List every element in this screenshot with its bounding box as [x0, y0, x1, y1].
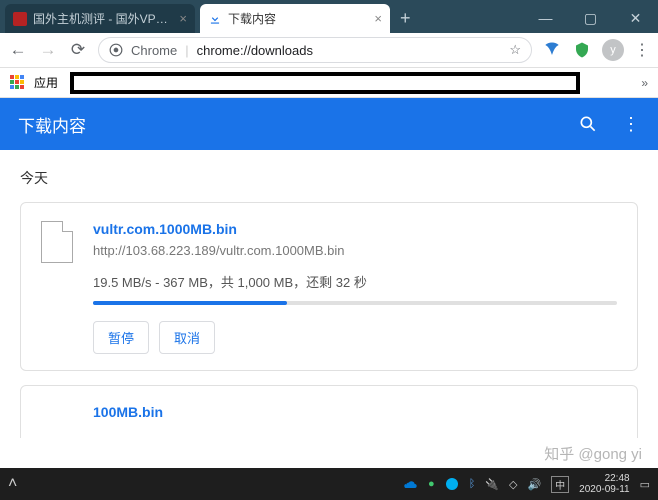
- page-title: 下载内容: [18, 112, 86, 137]
- back-button[interactable]: ←: [8, 40, 28, 60]
- star-icon[interactable]: ☆: [509, 42, 521, 58]
- progress-bar: [93, 301, 287, 305]
- close-icon[interactable]: ×: [179, 11, 187, 26]
- close-icon[interactable]: ×: [374, 11, 382, 26]
- toolbar: ← → ⟳ Chrome | chrome://downloads ☆ y ⋮: [0, 33, 658, 68]
- apps-label[interactable]: 应用: [34, 74, 58, 91]
- downloads-content: 今天 vultr.com.1000MB.bin http://103.68.22…: [0, 150, 658, 438]
- skype-icon[interactable]: [445, 477, 459, 491]
- cancel-button[interactable]: 取消: [159, 321, 215, 354]
- download-item: 100MB.bin: [20, 385, 638, 438]
- download-progress: [93, 301, 617, 305]
- window-controls: — ▢ ✕: [523, 3, 658, 33]
- minimize-button[interactable]: —: [523, 3, 568, 33]
- search-icon[interactable]: [578, 114, 598, 134]
- downloads-header: 下载内容 ⋮: [0, 98, 658, 150]
- close-window-button[interactable]: ✕: [613, 3, 658, 33]
- file-icon: [41, 221, 73, 263]
- section-today: 今天: [20, 168, 638, 188]
- pause-button[interactable]: 暂停: [93, 321, 149, 354]
- download-url: http://103.68.223.189/vultr.com.1000MB.b…: [93, 243, 617, 258]
- notifications-icon[interactable]: ▭: [640, 478, 650, 491]
- bookmarks-overflow-icon[interactable]: »: [641, 76, 648, 90]
- download-status: 19.5 MB/s - 367 MB，共 1,000 MB，还剩 32 秒: [93, 272, 617, 291]
- apps-icon[interactable]: [10, 75, 26, 91]
- taskbar-clock[interactable]: 22:48 2020-09-11: [579, 473, 629, 495]
- more-icon[interactable]: ⋮: [622, 114, 640, 135]
- omnibox-url: chrome://downloads: [197, 43, 313, 58]
- watermark: 知乎 @gong yi: [544, 443, 642, 464]
- ime-icon[interactable]: 中: [551, 476, 569, 493]
- onedrive-icon[interactable]: [402, 476, 418, 492]
- tray-chevron-icon[interactable]: ˄: [8, 475, 17, 493]
- tab-favicon: [13, 12, 27, 26]
- bookmarks-bar: 应用 »: [0, 68, 658, 98]
- new-tab-button[interactable]: +: [390, 4, 421, 33]
- chrome-icon: [109, 43, 123, 57]
- download-filename[interactable]: vultr.com.1000MB.bin: [93, 221, 617, 237]
- reload-button[interactable]: ⟳: [68, 40, 88, 60]
- volume-icon[interactable]: 🔊: [527, 478, 541, 491]
- omnibox-chrome-label: Chrome: [131, 43, 177, 58]
- download-item: vultr.com.1000MB.bin http://103.68.223.1…: [20, 202, 638, 371]
- power-icon[interactable]: 🔌: [485, 478, 499, 491]
- maximize-button[interactable]: ▢: [568, 3, 613, 33]
- download-filename[interactable]: 100MB.bin: [93, 404, 617, 420]
- battery-icon[interactable]: ●: [428, 478, 435, 490]
- wifi-icon[interactable]: ◇: [509, 478, 517, 491]
- download-icon: [208, 12, 222, 26]
- menu-icon[interactable]: ⋮: [634, 40, 650, 60]
- redacted-bookmark-area: [70, 72, 580, 94]
- forward-button[interactable]: →: [38, 40, 58, 60]
- browser-tab-2[interactable]: 下载内容 ×: [200, 4, 390, 33]
- extension-icon-1[interactable]: [542, 40, 562, 60]
- bluetooth-icon[interactable]: ᛒ: [469, 478, 476, 490]
- browser-tab-1[interactable]: 国外主机测评 - 国外VPS，国外… ×: [5, 4, 195, 33]
- titlebar: 国外主机测评 - 国外VPS，国外… × 下载内容 × + — ▢ ✕: [0, 0, 658, 33]
- extension-icon-2[interactable]: [572, 40, 592, 60]
- address-bar[interactable]: Chrome | chrome://downloads ☆: [98, 37, 532, 63]
- tab-label: 国外主机测评 - 国外VPS，国外…: [33, 10, 173, 27]
- avatar[interactable]: y: [602, 39, 624, 61]
- tab-label: 下载内容: [228, 10, 368, 27]
- taskbar: ˄ ● ᛒ 🔌 ◇ 🔊 中 22:48 2020-09-11 ▭: [0, 468, 658, 500]
